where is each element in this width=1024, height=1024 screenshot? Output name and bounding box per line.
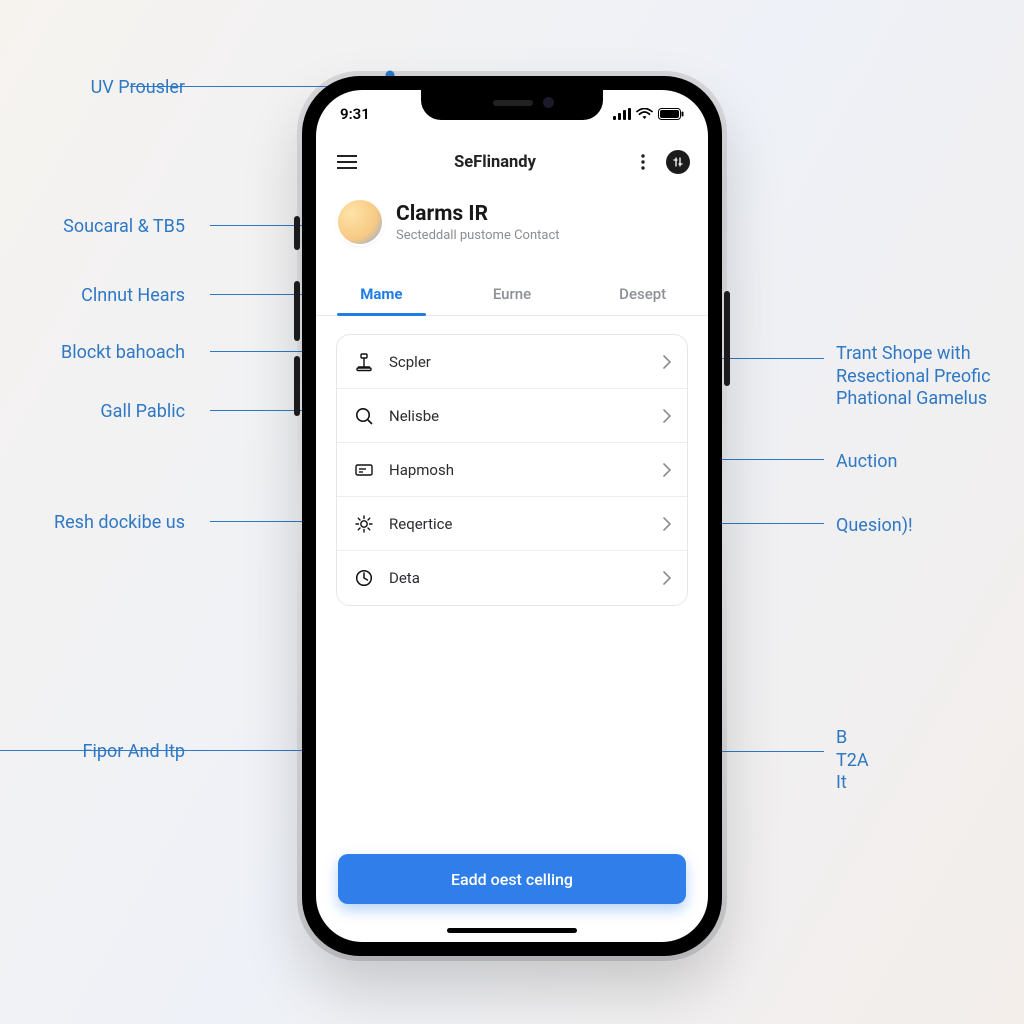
callout-left-0: UV Prousler <box>91 77 185 100</box>
callout-right-1: Auction <box>836 451 897 474</box>
avatar[interactable] <box>338 200 382 244</box>
callout-leader-line <box>714 523 824 524</box>
list-item[interactable]: Reqertice <box>337 497 687 551</box>
callout-right-3: B T2A It <box>836 727 869 795</box>
list-card: Scpler Nelisbe Hapmosh <box>336 334 688 606</box>
app-bar: SeFlinandy <box>316 140 708 184</box>
gear-sun-icon <box>353 513 375 535</box>
cta-label: Eadd oest celling <box>451 870 573 889</box>
callout-left-1: Soucaral & TB5 <box>63 216 185 239</box>
chevron-right-icon <box>663 517 671 531</box>
tab-eurne[interactable]: Eurne <box>447 272 578 315</box>
clock-icon <box>353 567 375 589</box>
phone-volume-down <box>294 356 300 416</box>
appbar-title: SeFlinandy <box>454 153 536 172</box>
tab-desept[interactable]: Desept <box>577 272 708 315</box>
battery-icon <box>658 108 684 120</box>
list-item[interactable]: Deta <box>337 551 687 605</box>
callouts-left-group: UV Prousler Soucaral & TB5 Clnnut Hears … <box>0 0 330 1024</box>
primary-cta-button[interactable]: Eadd oest celling <box>338 854 686 904</box>
list-item[interactable]: Hapmosh <box>337 443 687 497</box>
page-header: Clarms IR Secteddall pustome Contact <box>316 200 708 244</box>
phone-volume-up <box>294 281 300 341</box>
tab-label: Desept <box>619 285 666 303</box>
list-item-label: Nelisbe <box>389 407 649 425</box>
search-icon <box>353 405 375 427</box>
chevron-right-icon <box>663 355 671 369</box>
callout-leader-line <box>0 750 330 751</box>
callouts-right-group: Trant Shope with Resectional Preofic Pha… <box>714 0 1024 1024</box>
callout-leader-line <box>714 751 824 752</box>
callout-left-4: Gall Pablic <box>100 401 185 424</box>
page-subtitle: Secteddall pustome Contact <box>396 228 560 243</box>
notch <box>421 90 603 120</box>
list-item-label: Scpler <box>389 353 649 371</box>
hamburger-icon[interactable] <box>334 149 360 175</box>
tab-label: Eurne <box>493 285 531 303</box>
callout-left-2: Clnnut Hears <box>81 285 185 308</box>
signal-icon <box>613 108 631 120</box>
callout-left-5: Resh dockibe us <box>54 512 185 535</box>
tab-label: Mame <box>360 285 402 303</box>
list-item-label: Reqertice <box>389 515 649 533</box>
phone-power-button <box>724 291 730 386</box>
phone-frame: 9:31 SeFlinandy <box>302 76 722 956</box>
tab-bar: Mame Eurne Desept <box>316 272 708 316</box>
chevron-right-icon <box>663 463 671 477</box>
callout-leader-line <box>714 358 824 359</box>
home-indicator[interactable] <box>447 928 577 933</box>
more-vertical-icon[interactable] <box>630 149 656 175</box>
scale-icon <box>353 351 375 373</box>
status-icons <box>613 108 684 120</box>
list-item[interactable]: Nelisbe <box>337 389 687 443</box>
page-title: Clarms IR <box>396 202 560 226</box>
callout-left-3: Blockt bahoach <box>61 342 185 365</box>
chevron-right-icon <box>663 409 671 423</box>
callout-right-2: Quesion)! <box>836 515 913 538</box>
list-item[interactable]: Scpler <box>337 335 687 389</box>
tab-mame[interactable]: Mame <box>316 272 447 315</box>
status-time: 9:31 <box>340 105 370 123</box>
callout-right-0: Trant Shope with Resectional Preofic Pha… <box>836 343 991 411</box>
phone-mute-switch <box>294 216 300 250</box>
wifi-icon <box>636 108 653 120</box>
list-item-label: Hapmosh <box>389 461 649 479</box>
callout-leader-line <box>130 86 330 87</box>
chevron-right-icon <box>663 571 671 585</box>
settings-circle-icon[interactable] <box>666 150 690 174</box>
screen: 9:31 SeFlinandy <box>316 90 708 942</box>
card-icon <box>353 459 375 481</box>
callout-left-6: Fipor And Itp <box>83 741 185 764</box>
list-item-label: Deta <box>389 569 649 587</box>
